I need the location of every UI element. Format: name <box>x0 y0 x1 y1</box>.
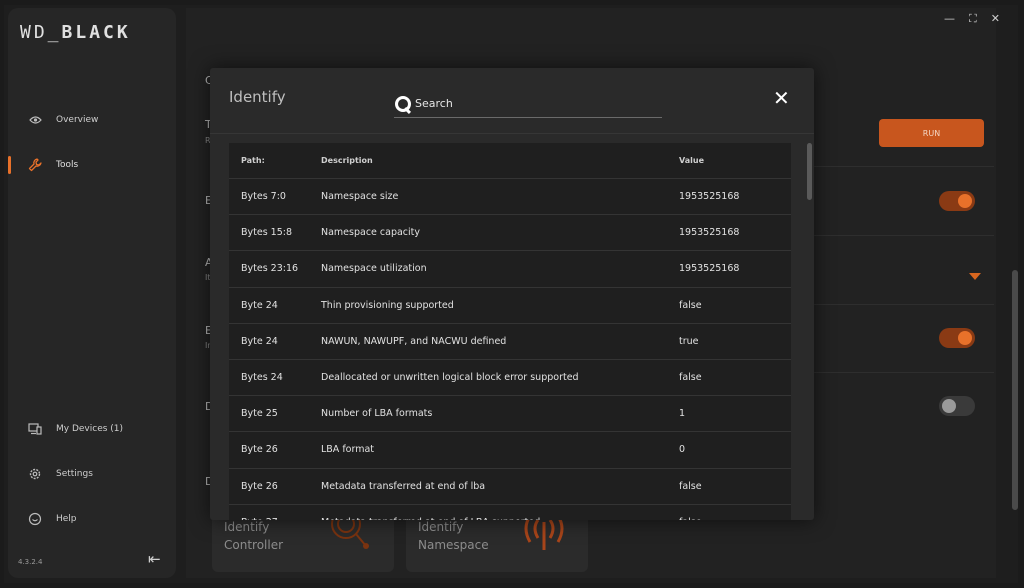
divider <box>812 304 994 305</box>
table-row: Bytes 15:8 Namespace capacity 1953525168 <box>229 215 791 252</box>
toggle-knob <box>958 331 972 345</box>
cell-value: 1953525168 <box>679 191 740 203</box>
controller-art-icon <box>326 509 374 562</box>
dropdown-caret-icon[interactable] <box>969 273 981 280</box>
wd-black-logo: WD_BLACK <box>20 22 131 43</box>
sidebar-item-overview[interactable]: Overview <box>8 105 176 135</box>
eye-icon <box>28 113 42 127</box>
window-controls: — ⛶ ✕ <box>944 12 1012 26</box>
run-button[interactable]: RUN <box>879 119 984 147</box>
sidebar: WD_BLACK Overview Tools My Devices (1) S… <box>8 8 176 578</box>
column-header-description: Description <box>321 156 373 165</box>
main-scrollbar[interactable] <box>1012 270 1018 510</box>
close-modal-button[interactable]: ✕ <box>773 88 790 108</box>
sidebar-item-settings[interactable]: Settings <box>8 459 176 489</box>
table-row: Bytes 23:16 Namespace utilization 19535251… <box>229 251 791 288</box>
cell-path: Bytes 7:0 <box>241 191 286 203</box>
cell-value: 0 <box>679 444 686 456</box>
table-header: Path: Description Value <box>229 143 791 179</box>
cell-value: false <box>679 517 791 520</box>
active-indicator <box>8 156 11 174</box>
identify-table: Path: Description Value Bytes 7:0 Namespa… <box>229 143 791 520</box>
cell-path: Byte 24 <box>241 299 278 311</box>
sidebar-item-label: Overview <box>56 115 99 125</box>
identify-modal: Identify ✕ Path: Description Value Bytes… <box>210 68 814 520</box>
sidebar-item-tools[interactable]: Tools <box>8 150 176 180</box>
cell-description: Namespace capacity <box>321 227 421 239</box>
table-row: Byte 26 Metadata transferred at end of lb… <box>229 469 791 505</box>
wrench-icon <box>28 158 42 172</box>
table-row: Byte 26 LBA format 0 <box>229 432 791 469</box>
table-row: Bytes 24 Deallocated or unwritten logical… <box>229 360 791 397</box>
toggle-switch[interactable] <box>939 328 975 348</box>
cell-path: Byte 26 <box>241 444 278 456</box>
cell-description: NAWUN, NAWUPF, and NACWU defined <box>321 335 507 347</box>
cell-value: false <box>679 480 702 492</box>
cell-value: 1953525168 <box>679 263 740 275</box>
cell-path: Byte 26 <box>241 480 278 492</box>
namespace-art-icon <box>520 514 568 562</box>
close-window-icon[interactable]: ✕ <box>991 12 1000 26</box>
search-bar <box>394 90 662 118</box>
toggle-switch[interactable] <box>939 191 975 211</box>
modal-title: Identify <box>229 88 286 106</box>
table-body: Bytes 7:0 Namespace size 1953525168 Bytes 1… <box>229 179 791 520</box>
gear-icon <box>28 467 42 481</box>
table-row: Byte 24 NAWUN, NAWUPF, and NACWU defined t… <box>229 324 791 360</box>
cell-value: true <box>679 335 699 347</box>
sidebar-item-my-devices[interactable]: My Devices (1) <box>8 414 176 444</box>
sidebar-item-label: My Devices (1) <box>56 424 124 434</box>
search-icon <box>394 95 412 113</box>
cell-description: Namespace size <box>321 191 399 203</box>
cell-value: false <box>679 299 702 311</box>
sidebar-item-help[interactable]: Help <box>8 504 176 534</box>
cell-value: 1 <box>679 408 686 420</box>
cell-path: Byte 27 <box>229 515 321 520</box>
divider <box>812 235 994 236</box>
modal-header-divider <box>210 133 814 134</box>
cell-description: Namespace utilization <box>321 263 427 275</box>
help-icon <box>28 512 42 526</box>
sidebar-item-label: Tools <box>56 160 79 170</box>
cell-description: Thin provisioning supported <box>321 299 454 311</box>
cell-description: Metadata transferred at end of lba <box>321 480 486 492</box>
table-row: Bytes 7:0 Namespace size 1953525168 <box>229 179 791 216</box>
divider <box>812 166 994 167</box>
sidebar-item-label: Help <box>56 514 77 524</box>
cell-path: Bytes 15:8 <box>241 227 293 239</box>
sidebar-item-label: Settings <box>56 469 93 479</box>
table-row: Byte 25 Number of LBA formats 1 <box>229 396 791 433</box>
devices-icon <box>28 422 42 436</box>
cell-description: Number of LBA formats <box>321 408 433 420</box>
maximize-icon[interactable]: ⛶ <box>969 12 977 26</box>
cell-value: 1953525168 <box>679 227 740 239</box>
toggle-knob <box>942 399 956 413</box>
identify-namespace-card[interactable]: Identify Namespace <box>406 512 588 572</box>
column-header-path: Path: <box>241 156 265 165</box>
cell-description: Deallocated or unwritten logical block e… <box>321 372 579 384</box>
cell-path: Bytes 24 <box>241 372 283 384</box>
divider <box>812 372 994 373</box>
cell-path: Byte 25 <box>241 408 278 420</box>
column-header-value: Value <box>679 156 705 165</box>
app-version: 4.3.2.4 <box>18 558 43 566</box>
modal-scrollbar[interactable] <box>807 143 812 200</box>
minimize-icon[interactable]: — <box>944 12 955 26</box>
toggle-switch[interactable] <box>939 396 975 416</box>
cell-path: Byte 24 <box>241 335 278 347</box>
table-row: Byte 27Metadata transferred at end of LB… <box>229 505 791 520</box>
toggle-knob <box>958 194 972 208</box>
search-input[interactable] <box>415 97 645 110</box>
cell-value: false <box>679 372 702 384</box>
cell-description: LBA format <box>321 444 375 456</box>
cell-description: Metadata transferred at end of LBA suppo… <box>321 517 679 520</box>
table-row: Byte 24 Thin provisioning supported false <box>229 288 791 324</box>
cell-path: Bytes 23:16 <box>241 263 299 275</box>
collapse-sidebar-icon[interactable]: ⇤ <box>148 550 161 568</box>
identify-controller-card[interactable]: Identify Controller <box>212 509 394 572</box>
